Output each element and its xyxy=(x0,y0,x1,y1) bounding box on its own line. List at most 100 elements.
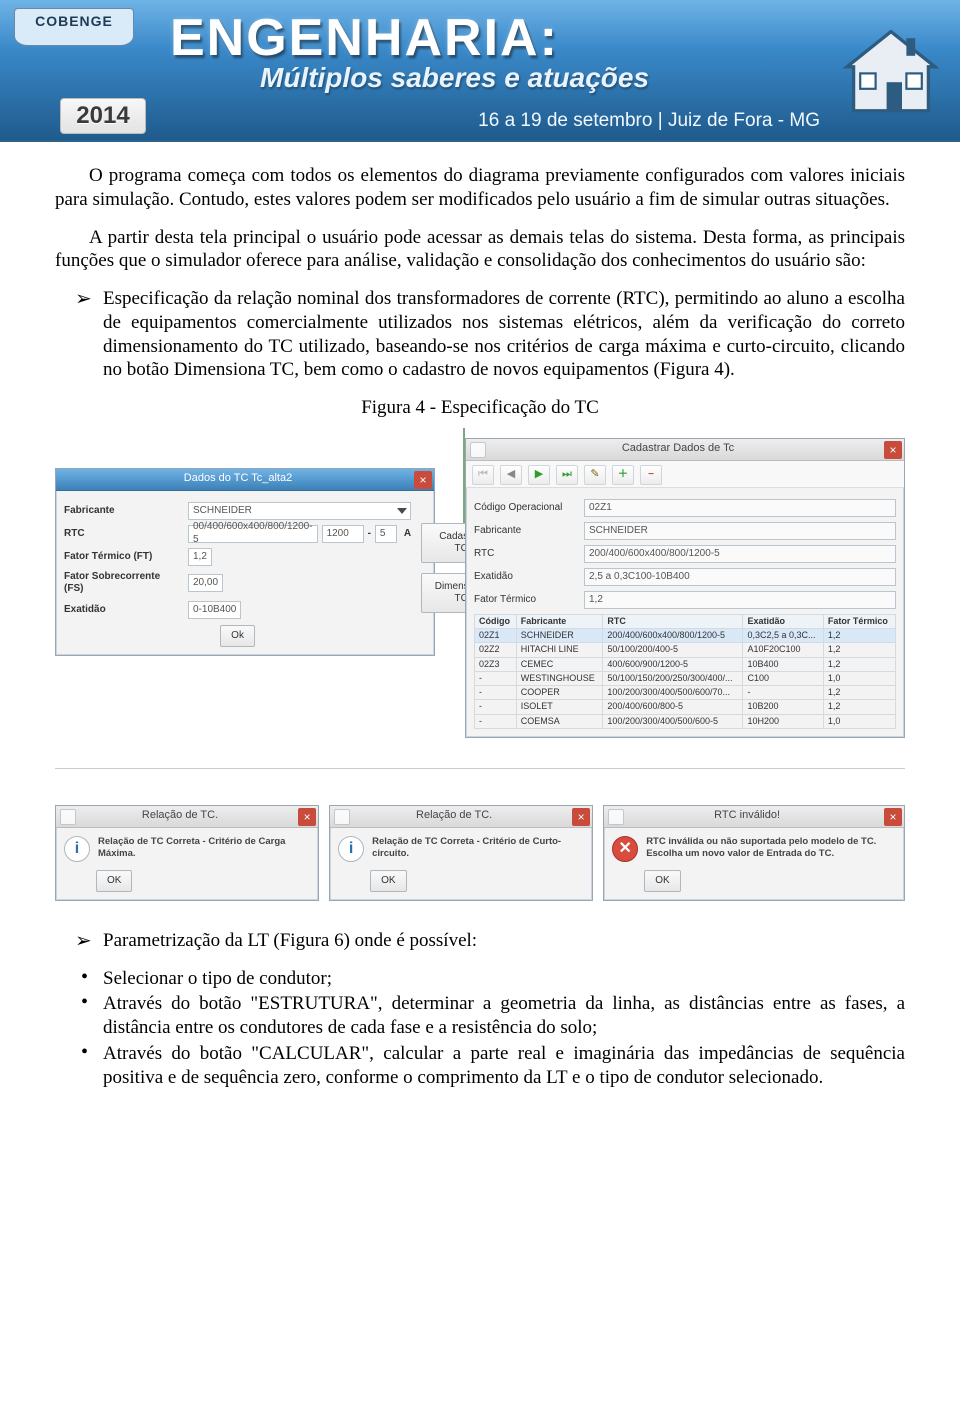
table-cell: 200/400/600/800-5 xyxy=(603,700,743,714)
window-dados-tc: Dados do TC Tc_alta2 × Fabricante SCHNEI… xyxy=(55,468,435,656)
input-rtc-full[interactable]: 00/400/600x400/800/1200-5 xyxy=(188,525,318,543)
titlebar-cadastrar-tc: Cadastrar Dados de Tc × xyxy=(466,439,904,461)
close-button[interactable]: × xyxy=(572,808,590,826)
info-icon: i xyxy=(64,836,90,862)
table-header: Fabricante xyxy=(516,614,603,628)
label-rtc2: RTC xyxy=(474,548,578,561)
first-record-button[interactable]: ⏮ xyxy=(472,465,494,485)
document-body: O programa começa com todos os elementos… xyxy=(0,142,960,1121)
titlebar-msg2: Relação de TC. × xyxy=(330,806,592,828)
banner-title: ENGENHARIA: xyxy=(170,8,820,68)
lt-sublist: Selecionar o tipo de condutor; Através d… xyxy=(75,967,905,1090)
close-button[interactable]: × xyxy=(414,471,432,489)
table-row[interactable]: -ISOLET200/400/600/800-510B2001,2 xyxy=(475,700,896,714)
titlebar-msg3: RTC inválido! × xyxy=(604,806,904,828)
figure-separator xyxy=(55,768,905,769)
close-button[interactable]: × xyxy=(884,808,902,826)
lt-head: Parametrização da LT (Figura 6) onde é p… xyxy=(75,929,905,953)
table-cell: 50/100/200/400-5 xyxy=(603,643,743,657)
ok-button[interactable]: OK xyxy=(644,870,680,892)
app-icon xyxy=(608,809,624,825)
table-cell: 10H200 xyxy=(743,714,823,728)
table-cell: - xyxy=(475,671,517,685)
input-exatidao2[interactable]: 2,5 a 0,3C100-10B400 xyxy=(584,568,896,586)
feature-list: Especificação da relação nominal dos tra… xyxy=(75,287,905,382)
event-banner: COBENGE 2014 ENGENHARIA: Múltiplos saber… xyxy=(0,0,960,142)
paragraph-2: A partir desta tela principal o usuário … xyxy=(55,226,905,274)
app-icon xyxy=(60,809,76,825)
input-fabricante2[interactable]: SCHNEIDER xyxy=(584,522,896,540)
titlebar-dados-tc: Dados do TC Tc_alta2 × xyxy=(56,469,434,491)
title-cadastrar-tc: Cadastrar Dados de Tc xyxy=(622,442,734,456)
table-cell: 02Z2 xyxy=(475,643,517,657)
label-rtc: RTC xyxy=(64,528,182,541)
combo-fabricante[interactable]: SCHNEIDER xyxy=(188,502,411,520)
table-row[interactable]: 02Z2HITACHI LINE50/100/200/400-5A10F20C1… xyxy=(475,643,896,657)
figure-4: Dados do TC Tc_alta2 × Fabricante SCHNEI… xyxy=(55,438,905,901)
record-toolbar: ⏮ ◀ ▶ ⏭ ✎ ＋ − xyxy=(466,461,904,488)
table-cell: WESTINGHOUSE xyxy=(516,671,603,685)
table-header: Código xyxy=(475,614,517,628)
table-cell: SCHNEIDER xyxy=(516,629,603,643)
titlebar-msg1: Relação de TC. × xyxy=(56,806,318,828)
input-fs[interactable]: 20,00 xyxy=(188,574,223,592)
tc-register-table[interactable]: CódigoFabricanteRTCExatidãoFator Térmico… xyxy=(474,614,896,729)
table-row[interactable]: 02Z1SCHNEIDER200/400/600x400/800/1200-50… xyxy=(475,629,896,643)
title-msg1: Relação de TC. xyxy=(142,809,218,823)
table-cell: COOPER xyxy=(516,686,603,700)
label-exatidao2: Exatidão xyxy=(474,571,578,584)
input-ft[interactable]: 1,2 xyxy=(188,548,212,566)
msg1-text: Relação de TC Correta - Critério de Carg… xyxy=(98,836,310,860)
title-dados-tc: Dados do TC Tc_alta2 xyxy=(184,472,292,486)
table-cell: ISOLET xyxy=(516,700,603,714)
table-cell: 1,2 xyxy=(823,643,895,657)
input-rtc2[interactable]: 200/400/600x400/800/1200-5 xyxy=(584,545,896,563)
table-cell: 1,2 xyxy=(823,657,895,671)
table-cell: A10F20C100 xyxy=(743,643,823,657)
input-ft2[interactable]: 1,2 xyxy=(584,591,896,609)
table-cell: - xyxy=(475,686,517,700)
title-msg2: Relação de TC. xyxy=(416,809,492,823)
table-header: Exatidão xyxy=(743,614,823,628)
input-rtc-prim[interactable]: 1200 xyxy=(322,525,364,543)
table-row[interactable]: -COOPER100/200/300/400/500/600/70...-1,2 xyxy=(475,686,896,700)
table-cell: 1,2 xyxy=(823,700,895,714)
table-cell: COEMSA xyxy=(516,714,603,728)
table-cell: - xyxy=(743,686,823,700)
window-cadastrar-tc: Cadastrar Dados de Tc × ⏮ ◀ ▶ ⏭ ✎ ＋ − Có… xyxy=(465,438,905,738)
close-button[interactable]: × xyxy=(884,441,902,459)
table-cell: 1,2 xyxy=(823,629,895,643)
table-cell: 1,2 xyxy=(823,686,895,700)
table-cell: 100/200/300/400/500/600-5 xyxy=(603,714,743,728)
feature-item-rtc: Especificação da relação nominal dos tra… xyxy=(75,287,905,382)
label-fabricante: Fabricante xyxy=(64,505,182,518)
input-exatidao[interactable]: 0-10B400 xyxy=(188,601,241,619)
ok-button[interactable]: OK xyxy=(370,870,406,892)
rtc-dash: - xyxy=(368,528,371,541)
input-codigo[interactable]: 02Z1 xyxy=(584,499,896,517)
next-record-button[interactable]: ▶ xyxy=(528,465,550,485)
figure-4-caption: Figura 4 - Especificação do TC xyxy=(55,396,905,420)
input-rtc-sec[interactable]: 5 xyxy=(375,525,397,543)
remove-record-button[interactable]: − xyxy=(640,465,662,485)
table-row[interactable]: -WESTINGHOUSE50/100/150/200/250/300/400/… xyxy=(475,671,896,685)
msg-curto-circuito: Relação de TC. × i Relação de TC Correta… xyxy=(329,805,593,901)
ok-button[interactable]: Ok xyxy=(220,625,255,647)
table-row[interactable]: -COEMSA100/200/300/400/500/600-510H2001,… xyxy=(475,714,896,728)
label-fabricante2: Fabricante xyxy=(474,525,578,538)
table-header: RTC xyxy=(603,614,743,628)
table-cell: C100 xyxy=(743,671,823,685)
prev-record-button[interactable]: ◀ xyxy=(500,465,522,485)
table-row[interactable]: 02Z3CEMEC400/600/900/1200-510B4001,2 xyxy=(475,657,896,671)
edit-record-button[interactable]: ✎ xyxy=(584,465,606,485)
year-plate: 2014 xyxy=(60,98,146,134)
add-record-button[interactable]: ＋ xyxy=(612,465,634,485)
app-icon xyxy=(334,809,350,825)
building-icon xyxy=(836,14,946,124)
ok-button[interactable]: OK xyxy=(96,870,132,892)
table-cell: CEMEC xyxy=(516,657,603,671)
info-icon: i xyxy=(338,836,364,862)
close-button[interactable]: × xyxy=(298,808,316,826)
lt-item-1: Selecionar o tipo de condutor; xyxy=(75,967,905,991)
last-record-button[interactable]: ⏭ xyxy=(556,465,578,485)
